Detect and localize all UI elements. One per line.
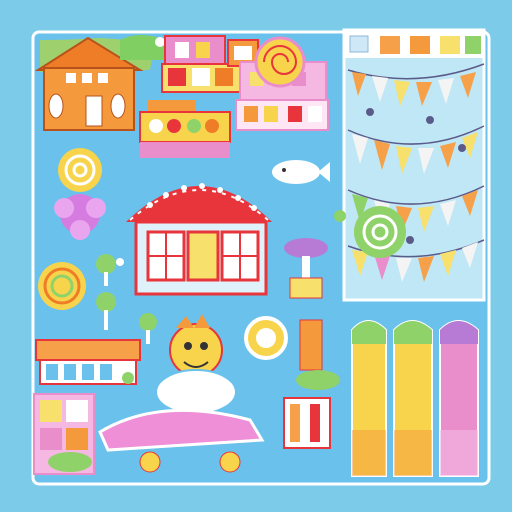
swirl-icon — [254, 36, 306, 88]
swirl-icon — [58, 148, 102, 192]
bunting-panel — [342, 28, 486, 302]
rainbow-swirl-icon — [38, 262, 86, 310]
blocks-icon — [33, 393, 95, 475]
crayon-icon — [393, 320, 433, 477]
dot-icon — [122, 372, 134, 384]
kids-collage-illustration — [0, 0, 512, 512]
dot-icon — [116, 258, 124, 266]
illustration-canvas — [0, 0, 512, 512]
crayon-icon — [351, 320, 387, 477]
sun-flower-icon — [244, 316, 288, 360]
dot-icon — [155, 37, 165, 47]
crayon-icon — [439, 320, 479, 477]
dot-icon — [334, 210, 346, 222]
spiral-bush-icon — [354, 206, 406, 258]
